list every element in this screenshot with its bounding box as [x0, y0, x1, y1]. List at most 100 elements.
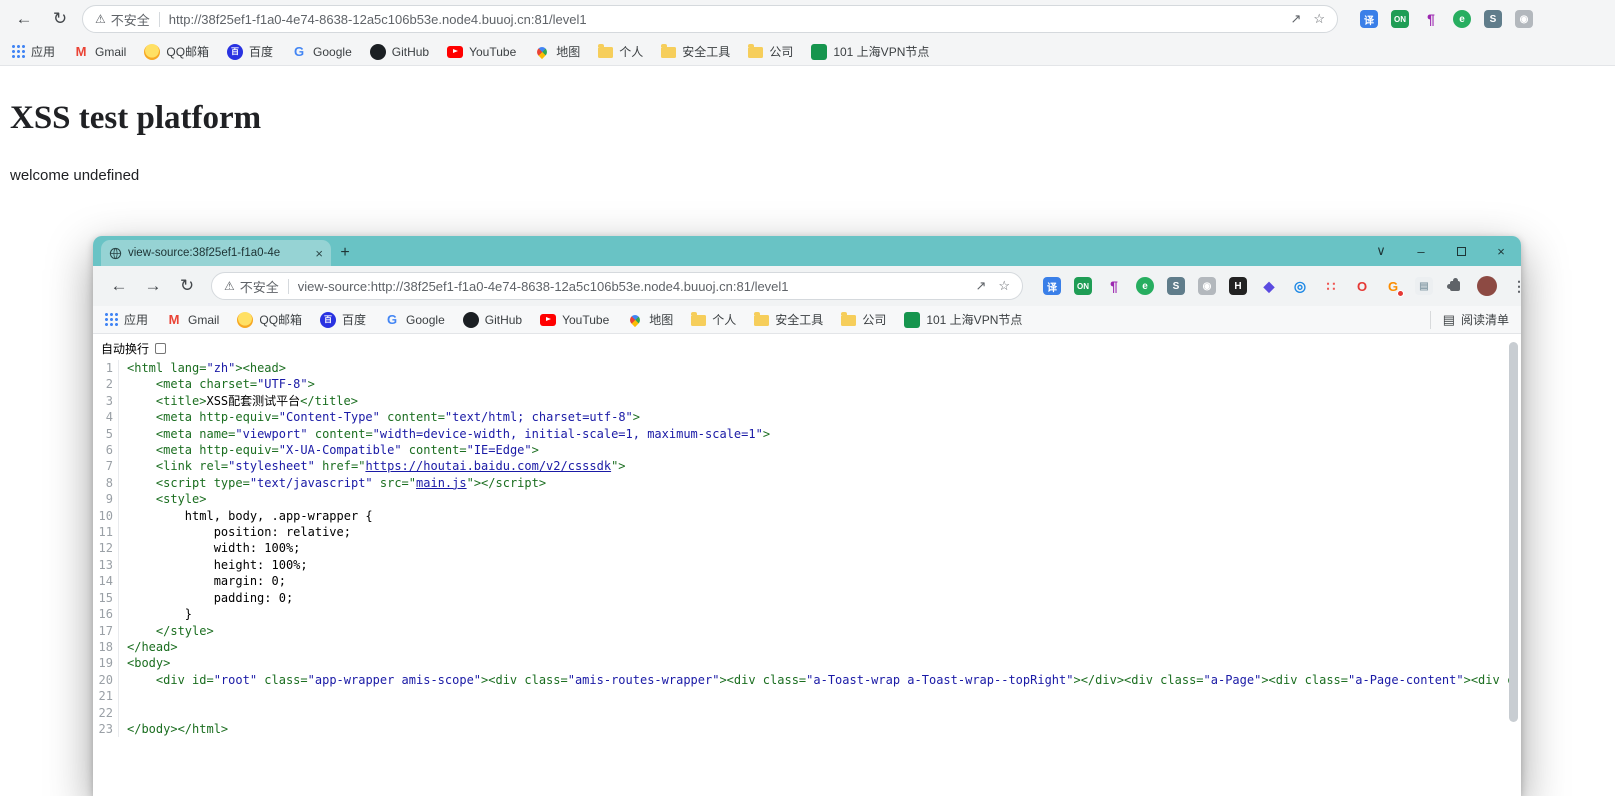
ring-tool-icon[interactable]: ◎ — [1291, 277, 1309, 295]
extensions-puzzle-icon[interactable] — [1446, 277, 1464, 295]
s-tool-icon[interactable]: S — [1484, 10, 1502, 28]
proxy-on-icon[interactable]: ON — [1391, 10, 1409, 28]
security-label: 不安全 — [110, 12, 150, 28]
source-code: </head> — [127, 639, 178, 654]
g-tool-icon[interactable]: G — [1384, 277, 1404, 297]
view-source-window: view-source:38f25ef1-f1a0-4e × + ∨ – × ←… — [93, 236, 1521, 796]
browser-menu-icon[interactable]: ⋮ — [1510, 277, 1521, 295]
bookmark-personal-folder[interactable]: 个人 — [598, 43, 643, 60]
source-code: <meta http-equiv="Content-Type" content=… — [155, 410, 640, 425]
bookmark-apps[interactable]: 应用 — [12, 43, 55, 60]
bookmark-apps[interactable]: 应用 — [105, 311, 148, 328]
bookmark-label: 百度 — [342, 313, 367, 327]
tab-close-icon[interactable]: × — [315, 246, 323, 261]
folder-icon — [661, 44, 677, 58]
source-code: html, body, .app-wrapper { — [184, 508, 373, 523]
folder-icon — [754, 312, 770, 326]
new-tab-button[interactable]: + — [331, 240, 359, 266]
minimize-button[interactable]: – — [1401, 236, 1441, 266]
translate-icon[interactable]: 译 — [1360, 10, 1378, 28]
main-bookmarks-bar: 应用 M Gmail QQ邮箱 百百度 G Google GitHub YouTube 地图 个人 安… — [0, 38, 1615, 66]
screenshot-tool-icon[interactable]: ◉ — [1198, 277, 1216, 295]
opera-tool-icon[interactable]: O — [1353, 277, 1371, 295]
translate-icon[interactable]: 译 — [1043, 277, 1061, 295]
bookmark-shanghai-vpn-node[interactable]: 101 上海VPN节点 — [904, 311, 1022, 328]
screenshot-tool-icon[interactable]: ◉ — [1515, 10, 1533, 28]
bookmark-star-icon[interactable]: ☆ — [1313, 11, 1325, 27]
bookmark-company-folder[interactable]: 公司 — [841, 311, 886, 328]
chevron-down-icon[interactable]: ∨ — [1361, 236, 1401, 266]
pilcrow-tool-icon[interactable]: ¶ — [1105, 277, 1123, 295]
evernote-clipper-icon[interactable]: e — [1136, 277, 1154, 295]
bookmark-gmail[interactable]: M Gmail — [73, 44, 127, 60]
popup-address-bar[interactable]: ⚠ 不安全 view-source:http://38f25ef1-f1a0-4… — [211, 272, 1023, 300]
line-number: 14 — [93, 573, 119, 590]
bookmark-qqmail[interactable]: QQ邮箱 — [144, 43, 209, 60]
bookmark-security-tools-folder[interactable]: 安全工具 — [754, 311, 823, 328]
folder-icon — [598, 44, 614, 58]
bookmark-baidu[interactable]: 百百度 — [320, 311, 366, 328]
line-number: 21 — [93, 688, 119, 705]
main-address-bar[interactable]: ⚠ 不安全 http://38f25ef1-f1a0-4e74-8638-12a… — [82, 5, 1338, 33]
bookmark-baidu[interactable]: 百百度 — [227, 43, 273, 60]
source-line: 5 <meta name="viewport" content="width=d… — [93, 425, 1521, 443]
bookmark-shanghai-vpn-node[interactable]: 101 上海VPN节点 — [811, 43, 929, 60]
popup-share-icon[interactable]: ↗ — [975, 278, 986, 294]
source-line: 1 <html lang="zh"><head> — [93, 360, 1521, 377]
bookmark-google[interactable]: G Google — [291, 44, 352, 60]
youtube-icon — [447, 45, 464, 58]
popup-url-text: view-source:http://38f25ef1-f1a0-4e74-86… — [297, 278, 789, 294]
bookmark-github[interactable]: GitHub — [462, 311, 522, 328]
line-number: 20 — [93, 671, 119, 689]
folder-icon — [691, 312, 707, 326]
bookmark-qqmail[interactable]: QQ邮箱 — [237, 311, 302, 328]
refresh-button[interactable]: ↻ — [46, 5, 74, 33]
bookmark-company-folder[interactable]: 公司 — [748, 43, 793, 60]
source-line: 23 </body></html> — [93, 720, 1521, 738]
bookmark-gmail[interactable]: M Gmail — [166, 312, 220, 328]
view-source-tab[interactable]: view-source:38f25ef1-f1a0-4e × — [101, 240, 331, 266]
s-tool-icon[interactable]: S — [1167, 277, 1185, 295]
bookmark-github[interactable]: GitHub — [369, 43, 429, 60]
reading-list-button[interactable]: ▤ 阅读清单 — [1429, 310, 1509, 329]
maximize-button[interactable] — [1441, 236, 1481, 266]
bookmark-google[interactable]: G Google — [384, 312, 445, 328]
folder-icon — [748, 44, 764, 58]
bookmark-personal-folder[interactable]: 个人 — [691, 311, 736, 328]
popup-back-button[interactable]: ← — [105, 272, 133, 300]
popup-bookmark-star-icon[interactable]: ☆ — [998, 278, 1010, 294]
bookmark-maps[interactable]: 地图 — [627, 311, 673, 328]
line-number: 4 — [93, 409, 119, 426]
source-code: height: 100%; — [213, 557, 308, 572]
close-button[interactable]: × — [1481, 236, 1521, 266]
proxy-on-icon[interactable]: ON — [1074, 277, 1092, 295]
bookmark-youtube[interactable]: YouTube — [540, 313, 609, 327]
profile-avatar-icon[interactable] — [1477, 276, 1497, 296]
qqmail-icon — [237, 311, 254, 328]
source-link[interactable]: main.js — [416, 476, 467, 490]
evernote-clipper-icon[interactable]: e — [1453, 10, 1471, 28]
notebook-tool-icon[interactable]: ▤ — [1415, 277, 1433, 295]
line-number: 1 — [93, 360, 119, 377]
main-extensions-row: 译 ON ¶ e S ◉ — [1360, 10, 1533, 28]
bookmark-youtube[interactable]: YouTube — [447, 45, 516, 59]
back-button[interactable]: ← — [10, 5, 38, 33]
source-code: <style> — [155, 492, 207, 507]
bookmark-label: Google — [406, 312, 445, 327]
popup-refresh-button[interactable]: ↻ — [173, 272, 201, 300]
line-number: 3 — [93, 392, 119, 410]
popup-forward-button[interactable]: → — [139, 272, 167, 300]
source-code: </style> — [155, 623, 214, 638]
bookmark-security-tools-folder[interactable]: 安全工具 — [661, 43, 730, 60]
vertical-scrollbar[interactable] — [1509, 342, 1518, 722]
source-code: <div id="root" class="app-wrapper amis-s… — [155, 672, 1515, 687]
source-line: 4 <meta http-equiv="Content-Type" conten… — [93, 409, 1521, 426]
grid-tool-icon[interactable]: ∷ — [1322, 277, 1340, 295]
h-tool-icon[interactable]: H — [1229, 277, 1247, 295]
line-wrap-checkbox[interactable] — [155, 343, 167, 354]
diamond-tool-icon[interactable]: ◆ — [1260, 277, 1278, 295]
share-icon[interactable]: ↗ — [1290, 11, 1301, 27]
source-link[interactable]: https://houtai.baidu.com/v2/csssdk — [365, 459, 611, 473]
bookmark-maps[interactable]: 地图 — [534, 43, 580, 60]
pilcrow-tool-icon[interactable]: ¶ — [1422, 10, 1440, 28]
